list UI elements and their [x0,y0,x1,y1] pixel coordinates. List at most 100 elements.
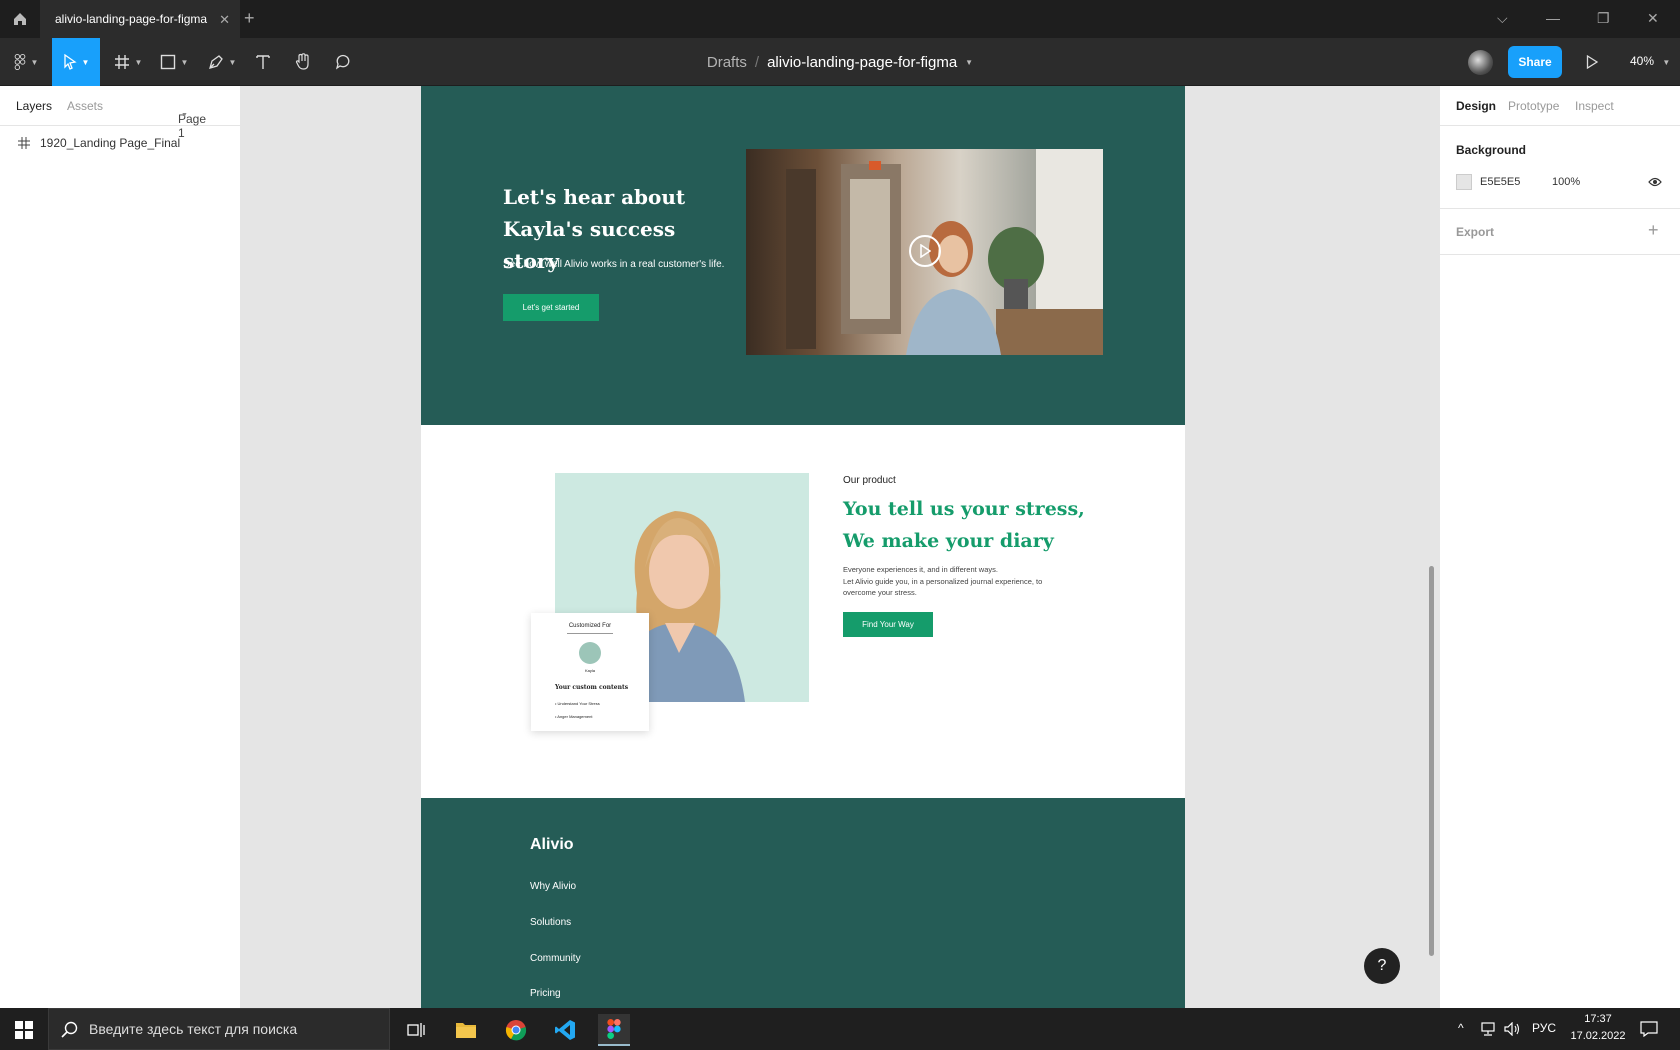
window-close-button[interactable]: ✕ [1647,10,1659,27]
play-button[interactable] [909,235,941,267]
video-thumbnail[interactable] [746,149,1103,355]
file-explorer-button[interactable] [450,1014,482,1046]
close-tab-icon[interactable]: ✕ [219,12,230,28]
card-avatar [579,642,601,664]
frame-tool-icon [114,55,129,69]
tab-inspect[interactable]: Inspect [1575,99,1614,113]
task-view-button[interactable] [400,1014,432,1046]
chrome-button[interactable] [500,1014,532,1046]
canvas-scrollbar[interactable] [1429,566,1434,956]
keyboard-language[interactable]: РУС [1532,1021,1556,1035]
restore-button[interactable]: ❐ [1597,10,1610,27]
search-icon [61,1021,78,1038]
file-tab[interactable]: alivio-landing-page-for-figma ✕ [40,0,240,38]
minimize-button[interactable]: — [1546,10,1560,26]
shape-tool[interactable]: ▼ [156,38,192,86]
file-menu-chevron-icon[interactable]: ▼ [965,58,973,67]
tab-assets[interactable]: Assets [67,99,103,113]
text-tool[interactable] [252,38,274,86]
notifications-icon[interactable] [1640,1021,1658,1037]
properties-panel: Design Prototype Inspect Background E5E5… [1439,86,1680,1008]
volume-icon[interactable] [1504,1022,1520,1036]
tab-prototype[interactable]: Prototype [1508,99,1559,113]
chevron-down-icon: ▼ [181,112,188,119]
panel-divider [1440,254,1680,255]
present-button[interactable] [1582,38,1602,86]
landing-page-frame[interactable]: Let's hear about Kayla's success story S… [421,86,1185,1008]
breadcrumb-file-name[interactable]: alivio-landing-page-for-figma [767,54,957,71]
product-title: You tell us your stress, We make your di… [843,493,1085,557]
new-tab-button[interactable]: + [244,8,255,29]
network-icon[interactable] [1480,1022,1496,1036]
background-opacity-input[interactable]: 100% [1552,176,1580,188]
canvas[interactable]: Let's hear about Kayla's success story S… [241,86,1439,1008]
chevron-down-icon: ▼ [30,57,39,67]
windows-icon [15,1021,33,1039]
panel-divider [1440,208,1680,209]
chevron-down-icon: ▼ [1662,58,1671,67]
product-section[interactable]: Customized For Kayla Your custom content… [421,425,1185,798]
home-icon [14,13,26,25]
play-present-icon [1586,55,1598,69]
text-tool-icon [256,55,270,69]
move-tool[interactable]: ▼ [52,38,100,86]
tray-overflow-icon[interactable]: ^ [1458,1021,1464,1035]
frame-icon [18,137,30,149]
comment-tool[interactable] [332,38,354,86]
home-button[interactable] [0,0,40,38]
success-story-title-line1: Let's hear about [503,185,686,209]
folder-icon [456,1023,476,1038]
success-story-subtitle: See how well Alivio works in a real cust… [503,259,725,270]
toolbar: Drafts / alivio-landing-page-for-figma ▼… [0,38,1680,86]
tabs-dropdown-icon[interactable]: ⌵ [1497,10,1508,27]
frame-tool[interactable]: ▼ [110,38,146,86]
user-avatar[interactable] [1468,50,1493,75]
start-button[interactable] [8,1014,40,1046]
footer-brand: Alivio [530,836,574,853]
hand-tool-icon [295,53,309,70]
main-menu-button[interactable]: ▼ [6,38,46,86]
system-clock[interactable]: 17:37 17.02.2022 [1566,1011,1630,1045]
taskbar-search-input[interactable]: Введите здесь текст для поиска [48,1008,390,1050]
footer-link-why-alivio[interactable]: Why Alivio [530,881,576,892]
pen-tool[interactable]: ▼ [204,38,240,86]
vscode-button[interactable] [549,1014,581,1046]
breadcrumb-drafts[interactable]: Drafts [707,54,747,71]
find-your-way-button[interactable]: Find Your Way [843,612,933,637]
clock-date: 17.02.2022 [1570,1030,1626,1042]
export-title: Export [1456,225,1495,239]
eye-icon[interactable] [1648,177,1662,187]
help-button[interactable]: ? [1364,948,1400,984]
move-tool-icon [63,54,77,70]
windows-taskbar: Введите здесь текст для поиска ^ РУС 17:… [0,1008,1680,1050]
footer-section[interactable]: Alivio Why Alivio Solutions Community Pr… [421,798,1185,1008]
product-title-line2: We make your diary [843,530,1054,552]
figma-icon [607,1019,621,1039]
get-started-button[interactable]: Let's get started [503,294,599,321]
success-story-section[interactable]: Let's hear about Kayla's success story S… [421,86,1185,425]
figma-menu-icon [14,54,25,70]
title-bar: alivio-landing-page-for-figma ✕ + ⌵ — ❐ … [0,0,1680,38]
zoom-level: 40% [1630,54,1655,68]
background-color-swatch[interactable] [1456,174,1472,190]
card-user-name: Kayla [584,668,595,673]
search-placeholder: Введите здесь текст для поиска [89,1021,298,1037]
chevron-down-icon: ▼ [180,57,189,67]
figma-app-button[interactable] [598,1014,630,1046]
tab-design[interactable]: Design [1456,99,1496,113]
footer-link-solutions[interactable]: Solutions [530,917,571,928]
product-title-line1: You tell us your stress, [843,498,1085,520]
hand-tool[interactable] [292,38,314,86]
footer-link-community[interactable]: Community [530,953,581,964]
footer-link-pricing[interactable]: Pricing [530,988,561,999]
layer-row[interactable]: 1920_Landing Page_Final [0,128,240,158]
add-export-button[interactable]: + [1648,220,1659,241]
tab-layers[interactable]: Layers [16,99,52,113]
chevron-down-icon: ▼ [81,57,90,67]
custom-contents-card[interactable]: Customized For Kayla Your custom content… [531,613,649,731]
background-hex-input[interactable]: E5E5E5 [1480,176,1520,188]
zoom-menu[interactable]: 40% ▼ [1630,54,1670,68]
card-heading: Your custom contents [555,684,629,691]
pen-tool-icon [208,55,223,69]
share-button[interactable]: Share [1508,46,1562,78]
